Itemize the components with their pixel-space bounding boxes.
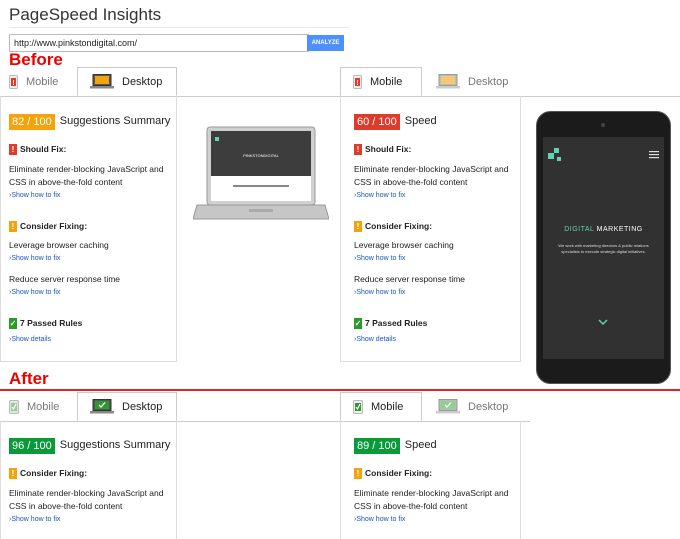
mobile-error-icon: ! bbox=[353, 74, 362, 89]
tab-mobile-label: Mobile bbox=[26, 75, 59, 88]
rule-text: Eliminate render-blocking JavaScript and… bbox=[354, 488, 509, 511]
show-how-link[interactable]: Show how to fix bbox=[354, 192, 405, 199]
rule-text: Eliminate render-blocking JavaScript and… bbox=[354, 164, 509, 187]
passed-heading: ✓ 7 Passed Rules bbox=[354, 318, 428, 330]
before-tabbar: ! Mobile Desktop ! Mobile Desktop bbox=[0, 67, 680, 97]
phone-heading-2: MARKETING bbox=[596, 226, 643, 233]
score-label: Suggestions Summary bbox=[59, 438, 171, 451]
tab-desktop-label: Desktop bbox=[122, 75, 163, 88]
laptop-preview: PINKSTONDIGITAL bbox=[192, 125, 330, 233]
show-how-link[interactable]: Show how to fix bbox=[9, 192, 60, 199]
check-icon: ✓ bbox=[354, 318, 362, 330]
rule-text: Eliminate render-blocking JavaScript and… bbox=[9, 488, 164, 511]
tab-desktop-right-label: Desktop bbox=[468, 75, 509, 88]
tab-mobile-right[interactable]: ! Mobile bbox=[340, 67, 422, 96]
passed-label: 7 Passed Rules bbox=[365, 318, 428, 328]
phone-heading-1: DIGITAL bbox=[564, 226, 595, 233]
show-how-link[interactable]: Show how to fix bbox=[9, 516, 60, 523]
tab-mobile-right[interactable]: Mobile bbox=[340, 392, 422, 421]
rule-text: Reduce server response time bbox=[9, 274, 121, 284]
phone-preview: DIGITAL MARKETING We work with marketing… bbox=[536, 111, 671, 384]
should-fix-heading: ! Should Fix: bbox=[9, 144, 67, 156]
tab-desktop-right[interactable]: Desktop bbox=[422, 67, 520, 96]
score-label: Suggestions Summary bbox=[59, 114, 171, 127]
svg-text:!: ! bbox=[356, 80, 358, 87]
tab-desktop[interactable]: Desktop bbox=[77, 392, 177, 421]
phone-text: We work with marketing directors & publi… bbox=[558, 243, 649, 254]
consider-label: Consider Fixing: bbox=[365, 221, 433, 231]
after-tabbar: Mobile Desktop Mobile Desktop bbox=[0, 392, 530, 422]
consider-heading: ! Consider Fixing: bbox=[9, 221, 88, 233]
should-fix-label: Should Fix: bbox=[20, 144, 67, 154]
svg-text:!: ! bbox=[12, 80, 14, 87]
consider-heading: ! Consider Fixing: bbox=[354, 468, 433, 480]
desktop-check-icon bbox=[90, 399, 114, 414]
tab-mobile-label: Mobile bbox=[27, 400, 60, 413]
mobile-check-icon bbox=[353, 399, 363, 414]
tab-desktop-right-label: Desktop bbox=[468, 400, 509, 413]
page-title: PageSpeed Insights bbox=[9, 5, 162, 24]
desktop-check-icon bbox=[436, 399, 460, 414]
after-label: After bbox=[9, 369, 49, 388]
score-badge: 60 / 100 bbox=[354, 114, 400, 130]
before-mobile-score-row: 60 / 100 Speed bbox=[354, 112, 437, 130]
tab-mobile[interactable]: ! Mobile bbox=[9, 67, 77, 96]
show-how-link[interactable]: Show how to fix bbox=[9, 289, 60, 296]
consider-heading: ! Consider Fixing: bbox=[354, 221, 433, 233]
before-desktop-score-row: 82 / 100 Suggestions Summary bbox=[9, 112, 170, 130]
mobile-check-icon bbox=[9, 399, 19, 414]
tab-mobile[interactable]: Mobile bbox=[9, 392, 77, 421]
check-icon: ✓ bbox=[9, 318, 17, 330]
phone-heading: DIGITAL MARKETING bbox=[543, 226, 664, 233]
score-badge: 89 / 100 bbox=[354, 438, 400, 454]
after-divider bbox=[0, 389, 680, 391]
score-label: Speed bbox=[404, 438, 437, 451]
tab-desktop-right[interactable]: Desktop bbox=[422, 392, 520, 421]
after-desktop-score-row: 96 / 100 Suggestions Summary bbox=[9, 436, 170, 454]
should-fix-label: Should Fix: bbox=[365, 144, 412, 154]
rule-text: Reduce server response time bbox=[354, 274, 466, 284]
show-how-link[interactable]: Show how to fix bbox=[9, 255, 60, 262]
consider-label: Consider Fixing: bbox=[365, 468, 433, 478]
score-badge: 82 / 100 bbox=[9, 114, 55, 130]
consider-heading: ! Consider Fixing: bbox=[9, 468, 88, 480]
tab-mobile-right-label: Mobile bbox=[371, 400, 404, 413]
error-icon: ! bbox=[354, 144, 362, 156]
show-how-link[interactable]: Show how to fix bbox=[354, 255, 405, 262]
tab-mobile-right-label: Mobile bbox=[370, 75, 403, 88]
desktop-warn-icon bbox=[90, 74, 114, 89]
after-mobile-score-row: 89 / 100 Speed bbox=[354, 436, 437, 454]
warning-icon: ! bbox=[354, 221, 362, 233]
score-label: Speed bbox=[404, 114, 437, 127]
show-details-link[interactable]: Show details bbox=[354, 336, 396, 343]
show-details-link[interactable]: Show details bbox=[9, 336, 51, 343]
warning-icon: ! bbox=[354, 468, 362, 480]
passed-label: 7 Passed Rules bbox=[20, 318, 83, 328]
consider-label: Consider Fixing: bbox=[20, 221, 88, 231]
consider-label: Consider Fixing: bbox=[20, 468, 88, 478]
passed-heading: ✓ 7 Passed Rules bbox=[9, 318, 83, 330]
warning-icon: ! bbox=[9, 221, 17, 233]
analyze-button[interactable]: ANALYZE bbox=[307, 35, 344, 51]
rule-text: Leverage browser caching bbox=[9, 240, 109, 250]
tab-desktop-label: Desktop bbox=[122, 400, 163, 413]
rule-text: Leverage browser caching bbox=[354, 240, 454, 250]
rule-text: Eliminate render-blocking JavaScript and… bbox=[9, 164, 164, 187]
tab-desktop[interactable]: Desktop bbox=[77, 67, 177, 96]
show-how-link[interactable]: Show how to fix bbox=[354, 516, 405, 523]
mobile-warn-icon: ! bbox=[9, 74, 18, 89]
warning-icon: ! bbox=[9, 468, 17, 480]
title-divider bbox=[9, 27, 349, 28]
error-icon: ! bbox=[9, 144, 17, 156]
desktop-icon bbox=[436, 74, 460, 89]
laptop-brand: PINKSTONDIGITAL bbox=[243, 153, 279, 158]
score-badge: 96 / 100 bbox=[9, 438, 55, 454]
should-fix-heading: ! Should Fix: bbox=[354, 144, 412, 156]
show-how-link[interactable]: Show how to fix bbox=[354, 289, 405, 296]
